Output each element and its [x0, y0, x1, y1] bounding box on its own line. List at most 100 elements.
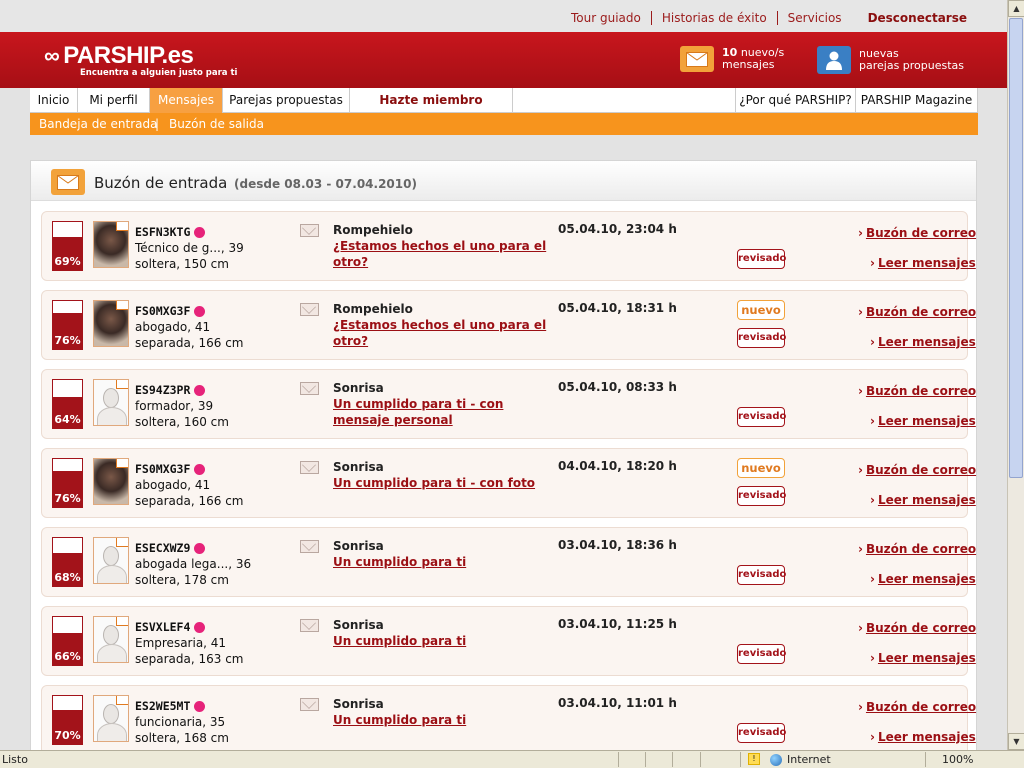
message-envelope-icon: [300, 224, 319, 237]
message-subject-link[interactable]: Un cumplido para ti - con foto: [333, 476, 535, 490]
chevron-right-icon: ›: [870, 651, 875, 665]
message-date: 04.04.10, 18:20 h: [558, 459, 677, 473]
mailbox-link[interactable]: › Buzón de correo: [858, 226, 976, 240]
message-row: 76% FS0MXG3F abogado, 41 separada, 166 c…: [41, 290, 976, 360]
message-type: Sonrisa: [333, 381, 384, 395]
online-dot-icon: [194, 542, 206, 554]
mailbox-link[interactable]: › Buzón de correo: [858, 542, 976, 556]
tab-parship-magazine[interactable]: PARSHIP Magazine: [856, 88, 978, 113]
profile-info: ESVXLEF4 Empresaria, 41 separada, 163 cm: [135, 619, 244, 667]
message-subject: Sonrisa Un cumplido para ti: [333, 538, 563, 570]
message-type: Sonrisa: [333, 539, 384, 553]
chevron-right-icon: ›: [858, 384, 863, 398]
scroll-up-icon[interactable]: ▲: [1008, 0, 1024, 17]
browser-status-bar: Listo ! Internet 100%: [0, 750, 1024, 768]
sub-nav: Bandeja de entrada | Buzón de salida: [30, 113, 978, 135]
message-date: 05.04.10, 23:04 h: [558, 222, 677, 236]
profile-photo[interactable]: [93, 458, 129, 505]
chevron-right-icon: ›: [870, 414, 875, 428]
profile-photo[interactable]: [93, 221, 129, 268]
top-link-tour[interactable]: Tour guiado: [561, 11, 651, 25]
subnav-inbox[interactable]: Bandeja de entrada: [39, 117, 157, 131]
profile-photo[interactable]: [93, 695, 129, 742]
message-row: 64% ES94Z3PR formador, 39 soltera, 160 c…: [41, 369, 976, 439]
inbox-panel: Buzón de entrada (desde 08.03 - 07.04.20…: [30, 160, 977, 750]
read-messages-link[interactable]: › Leer mensajes: [870, 414, 976, 428]
logout-link[interactable]: Desconectarse: [852, 11, 977, 25]
logo-tagline: Encuentra a alguien justo para ti: [80, 68, 238, 78]
message-row: 69% ESFN3KTG Técnico de g..., 39 soltera…: [41, 211, 976, 281]
message-type: Sonrisa: [333, 460, 384, 474]
read-messages-link[interactable]: › Leer mensajes: [870, 493, 976, 507]
profile-line2: soltera, 178 cm: [135, 573, 229, 587]
subnav-outbox[interactable]: Buzón de salida: [169, 117, 264, 131]
message-subject-link[interactable]: Un cumplido para ti - con mensaje person…: [333, 397, 503, 427]
mailbox-link[interactable]: › Buzón de correo: [858, 463, 976, 477]
tab-mi-perfil[interactable]: Mi perfil: [78, 88, 150, 113]
mailbox-link[interactable]: › Buzón de correo: [858, 621, 976, 635]
tab-premium[interactable]: Hazte miembro Premium: [350, 88, 513, 132]
profile-id: FS0MXG3F: [135, 303, 244, 319]
vertical-scrollbar[interactable]: ▲ ▼: [1007, 0, 1024, 750]
mailbox-link[interactable]: › Buzón de correo: [858, 700, 976, 714]
message-subject: Rompehielo ¿Estamos hechos el uno para e…: [333, 222, 563, 270]
parship-logo[interactable]: ∞ PARSHIP.es Encuentra a alguien justo pa…: [44, 42, 237, 78]
message-envelope-icon: [300, 303, 319, 316]
status-badge-revisado: revisado: [737, 723, 786, 743]
top-links-bar: Tour guiado Historias de éxito Servicios…: [0, 0, 1007, 32]
profile-id: FS0MXG3F: [135, 461, 244, 477]
read-messages-link[interactable]: › Leer mensajes: [870, 730, 976, 744]
tab-por-que-parship[interactable]: ¿Por qué PARSHIP?: [735, 88, 856, 113]
status-badge-revisado: revisado: [737, 644, 786, 664]
scroll-down-icon[interactable]: ▼: [1008, 733, 1024, 750]
profile-line1: funcionaria, 35: [135, 715, 226, 729]
online-dot-icon: [194, 700, 206, 712]
header-new-proposals[interactable]: nuevas parejas propuestas: [817, 46, 964, 74]
read-messages-link[interactable]: › Leer mensajes: [870, 572, 976, 586]
profile-line1: Empresaria, 41: [135, 636, 227, 650]
message-subject-link[interactable]: Un cumplido para ti: [333, 634, 466, 648]
read-messages-link[interactable]: › Leer mensajes: [870, 651, 976, 665]
chevron-right-icon: ›: [858, 542, 863, 556]
top-link-stories[interactable]: Historias de éxito: [650, 11, 777, 25]
envelope-icon: [116, 696, 128, 705]
status-badge-revisado: revisado: [737, 407, 786, 427]
zoom-level[interactable]: 100%: [942, 753, 973, 766]
message-envelope-icon: [300, 461, 319, 474]
profile-info: FS0MXG3F abogado, 41 separada, 166 cm: [135, 303, 244, 351]
message-subject-link[interactable]: ¿Estamos hechos el uno para el otro?: [333, 318, 546, 348]
profile-photo[interactable]: [93, 537, 129, 584]
profile-line2: soltera, 150 cm: [135, 257, 229, 271]
mailbox-link[interactable]: › Buzón de correo: [858, 305, 976, 319]
top-link-services[interactable]: Servicios: [776, 11, 852, 25]
browser-viewport: Tour guiado Historias de éxito Servicios…: [0, 0, 1007, 750]
tab-mensajes[interactable]: Mensajes: [150, 88, 223, 113]
profile-photo[interactable]: [93, 379, 129, 426]
profile-line2: separada, 166 cm: [135, 336, 244, 350]
message-subject-link[interactable]: Un cumplido para ti: [333, 713, 466, 727]
message-type: Rompehielo: [333, 302, 413, 316]
message-row: 68% ESECXWZ9 abogada lega..., 36 soltera…: [41, 527, 976, 597]
scroll-thumb[interactable]: [1009, 18, 1023, 478]
chevron-right-icon: ›: [858, 621, 863, 635]
read-messages-link[interactable]: › Leer mensajes: [870, 256, 976, 270]
profile-info: ESECXWZ9 abogada lega..., 36 soltera, 17…: [135, 540, 251, 588]
online-dot-icon: [194, 384, 206, 396]
chevron-right-icon: ›: [870, 493, 875, 507]
status-badge-revisado: revisado: [737, 565, 786, 585]
online-dot-icon: [194, 305, 206, 317]
profile-id: ES2WE5MT: [135, 698, 229, 714]
read-messages-link[interactable]: › Leer mensajes: [870, 335, 976, 349]
message-row: 66% ESVXLEF4 Empresaria, 41 separada, 16…: [41, 606, 976, 676]
header-new-messages[interactable]: 10 nuevo/s mensajes: [680, 46, 784, 72]
match-score: 68%: [52, 537, 83, 587]
message-subject-link[interactable]: Un cumplido para ti: [333, 555, 466, 569]
tab-parejas-propuestas[interactable]: Parejas propuestas: [223, 88, 350, 113]
tab-inicio[interactable]: Inicio: [30, 88, 78, 113]
status-badge-nuevo: nuevo: [737, 300, 785, 320]
mailbox-link[interactable]: › Buzón de correo: [858, 384, 976, 398]
profile-photo[interactable]: [93, 616, 129, 663]
profile-photo[interactable]: [93, 300, 129, 347]
message-subject-link[interactable]: ¿Estamos hechos el uno para el otro?: [333, 239, 546, 269]
match-score: 64%: [52, 379, 83, 429]
